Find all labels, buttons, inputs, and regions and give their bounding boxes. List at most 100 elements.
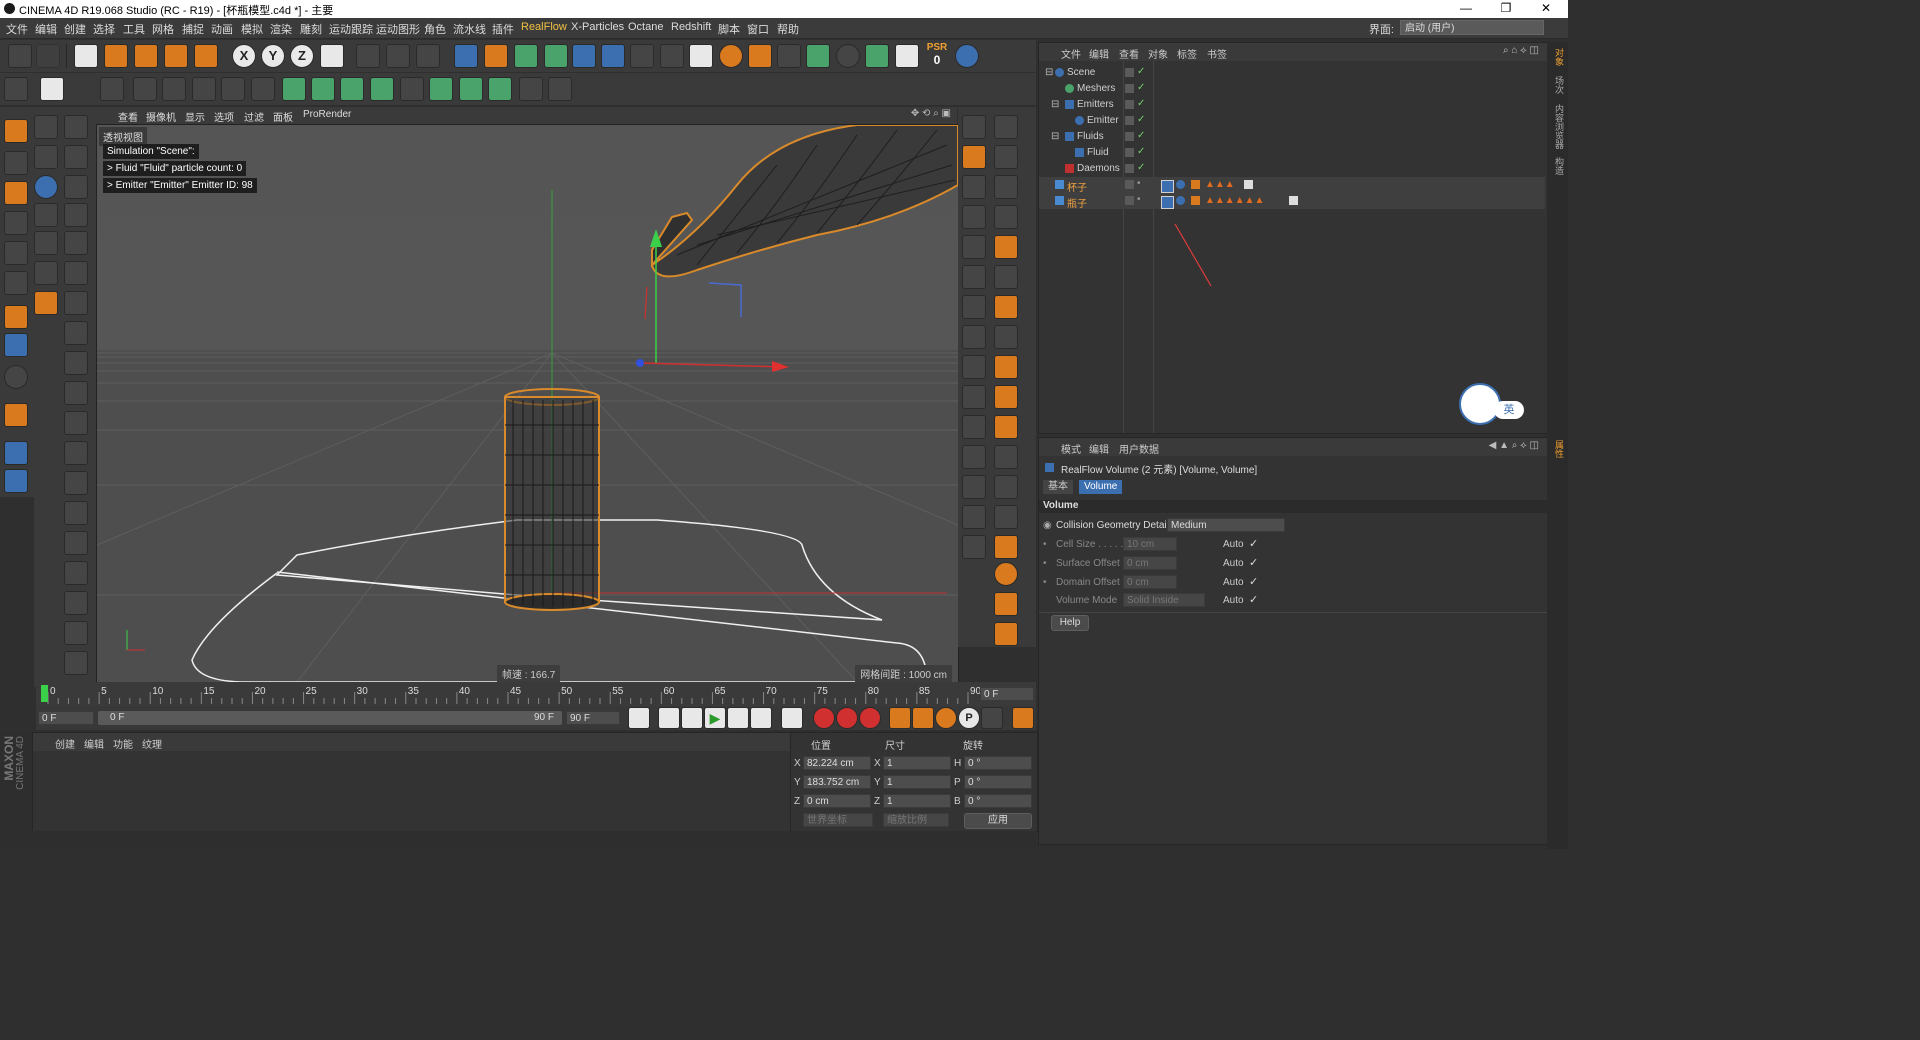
inner-extrude-icon[interactable] — [64, 351, 88, 375]
menu-create[interactable]: 创建 — [64, 21, 86, 37]
floor-icon[interactable] — [601, 44, 625, 68]
om-menu-edit[interactable]: 编辑 — [1089, 46, 1109, 61]
drop-to-floor-icon[interactable] — [689, 44, 713, 68]
null-object-icon[interactable] — [962, 115, 986, 139]
menu-select[interactable]: 选择 — [93, 21, 115, 37]
volume-mode-select[interactable]: Solid Inside — [1123, 593, 1205, 607]
material-tag-icon[interactable] — [1191, 196, 1200, 205]
loop-selection-icon[interactable] — [162, 77, 186, 101]
viewport-menu-filter[interactable]: 过滤 — [244, 109, 264, 124]
diamond-select-icon[interactable] — [34, 261, 58, 285]
workplane-grid-icon[interactable] — [4, 441, 28, 465]
magnet-icon[interactable] — [64, 203, 88, 227]
sweep-object-icon[interactable] — [994, 205, 1018, 229]
layer-export-icon[interactable] — [994, 385, 1018, 409]
mat-menu-texture[interactable]: 纹理 — [142, 736, 162, 751]
menu-animate[interactable]: 动画 — [211, 21, 233, 37]
knife-icon[interactable] — [64, 261, 88, 285]
next-frame-icon[interactable] — [727, 707, 749, 729]
size-z-input[interactable]: 1 — [883, 794, 951, 808]
key-rotation-icon[interactable] — [935, 707, 957, 729]
timeline-ruler[interactable]: 0 5 10 15 20 25 30 35 40 45 50 55 60 65 70 75 80 85 90 0 F — [36, 682, 1036, 706]
edge-tool-icon[interactable] — [100, 77, 124, 101]
particle-emitter-icon[interactable] — [282, 77, 306, 101]
points-mode-icon[interactable] — [192, 77, 216, 101]
side-tab-content-browser[interactable]: 内容浏览器 — [1553, 104, 1566, 149]
viewport-menu-options[interactable]: 选项 — [214, 109, 234, 124]
object-row-fluids[interactable]: ⊟ Fluids — [1039, 129, 1545, 145]
menu-sculpt[interactable]: 雕刻 — [300, 21, 322, 37]
smooth-shift-icon[interactable] — [64, 411, 88, 435]
playhead-marker[interactable] — [41, 685, 48, 702]
plugin-diamond-icon[interactable] — [865, 44, 889, 68]
sculpt-icon[interactable] — [64, 651, 88, 675]
phong-tag-icon[interactable] — [1176, 196, 1185, 205]
bevel-icon[interactable] — [64, 321, 88, 345]
scale-icon[interactable] — [134, 44, 158, 68]
pos-z-input[interactable]: 0 cm — [803, 794, 871, 808]
subdivision-icon[interactable] — [514, 44, 538, 68]
viewport-menu-display[interactable]: 显示 — [185, 109, 205, 124]
sphere-grid-icon[interactable] — [836, 44, 860, 68]
menu-script[interactable]: 脚本 — [718, 21, 740, 37]
polygon-object-icon[interactable] — [994, 115, 1018, 139]
render-view-icon[interactable] — [356, 44, 380, 68]
y-axis-lock-icon[interactable]: Y — [261, 44, 285, 68]
menu-octane[interactable]: Octane — [628, 21, 663, 33]
side-tab-structure[interactable]: 构造 — [1553, 157, 1566, 175]
cloner-icon[interactable] — [544, 44, 568, 68]
restore-button[interactable]: ❐ — [1486, 0, 1526, 18]
help-button[interactable]: Help — [1051, 615, 1089, 631]
wave-icon[interactable] — [962, 415, 986, 439]
extrude-object-icon[interactable] — [962, 175, 986, 199]
shear-deformer-icon[interactable] — [962, 325, 986, 349]
layer-gear-icon[interactable] — [994, 355, 1018, 379]
live-selection-icon[interactable] — [74, 44, 98, 68]
s-plugin-icon[interactable] — [719, 44, 743, 68]
menu-mesh[interactable]: 网格 — [152, 21, 174, 37]
play-icon[interactable]: ▶ — [704, 707, 726, 729]
realflow-tag-icon[interactable] — [1161, 180, 1174, 193]
bridge-icon[interactable] — [34, 291, 58, 315]
domain-offset-input[interactable]: 0 cm — [1123, 575, 1177, 589]
grid-points-icon[interactable] — [251, 77, 275, 101]
matrix-extrude-icon[interactable] — [64, 381, 88, 405]
lasso-icon[interactable] — [34, 231, 58, 255]
bulge-deformer-icon[interactable] — [962, 295, 986, 319]
side-tab-takes[interactable]: 场次 — [1553, 76, 1566, 94]
apply-button[interactable]: 应用 — [964, 813, 1032, 829]
am-nav-icons[interactable]: ◀ ▲ ⌕ ⟡ ◫ — [1489, 440, 1539, 451]
menu-mograph[interactable]: 运动图形 — [376, 21, 420, 37]
menu-window[interactable]: 窗口 — [747, 21, 769, 37]
render-settings-icon[interactable] — [416, 44, 440, 68]
menu-render[interactable]: 渲染 — [270, 21, 292, 37]
redo-icon[interactable] — [36, 44, 60, 68]
side-tab-objects[interactable]: 对象 — [1553, 48, 1566, 66]
layer-orange-icon[interactable] — [994, 295, 1018, 319]
polygon-selection-icon[interactable] — [221, 77, 245, 101]
dots-4-icon[interactable] — [64, 591, 88, 615]
object-row-meshers[interactable]: Meshers — [1039, 81, 1545, 97]
cube-icon[interactable] — [454, 44, 478, 68]
menu-pipeline[interactable]: 流水线 — [453, 21, 486, 37]
deformer-icon[interactable] — [572, 44, 596, 68]
import-layer-icon[interactable] — [994, 235, 1018, 259]
mat-menu-edit[interactable]: 编辑 — [84, 736, 104, 751]
selection-tool-icon[interactable] — [133, 77, 157, 101]
grid-gray-icon[interactable] — [994, 445, 1018, 469]
om-menu-tags[interactable]: 标签 — [1177, 46, 1197, 61]
menu-help[interactable]: 帮助 — [777, 21, 799, 37]
radiation-icon[interactable] — [994, 562, 1018, 586]
loft-object-icon[interactable] — [962, 205, 986, 229]
volume-mode-auto-checkbox[interactable]: ✓ — [1249, 593, 1258, 606]
phong-tag-icon[interactable] — [1176, 180, 1185, 189]
om-menu-view[interactable]: 查看 — [1119, 46, 1139, 61]
figure-icon[interactable] — [962, 505, 986, 529]
z-axis-lock-icon[interactable]: Z — [290, 44, 314, 68]
viewport-menu-camera[interactable]: 摄像机 — [146, 109, 176, 124]
interface-layout-select[interactable]: 启动 (用户) — [1400, 20, 1544, 35]
prev-frame-icon[interactable] — [681, 707, 703, 729]
rot-p-input[interactable]: 0 ° — [964, 775, 1032, 789]
tab-volume[interactable]: Volume — [1079, 480, 1123, 494]
om-menu-bookmarks[interactable]: 书签 — [1207, 46, 1227, 61]
